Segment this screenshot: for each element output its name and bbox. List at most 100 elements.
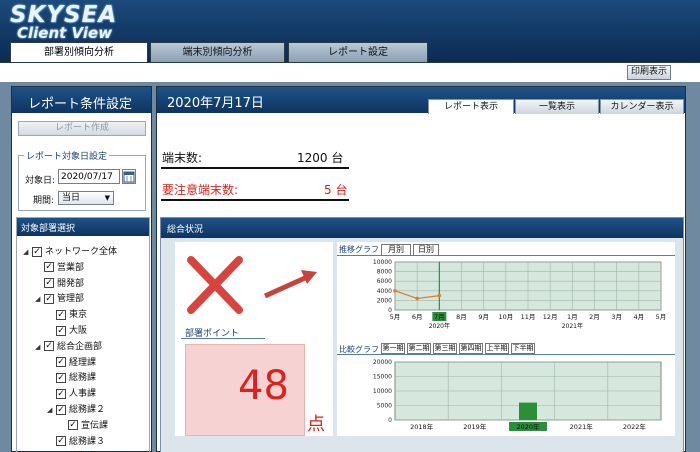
period-tabs: 第一期 第二期 第三期 第四期 上半期 下半期	[381, 343, 581, 355]
main-panel: 2020年7月17日 レポート表示 一覧表示 カレンダー表示 端末数: 1200…	[156, 86, 686, 452]
trend-xtick-label: 3月	[611, 313, 622, 321]
warning-count-value: 5 台	[324, 183, 348, 197]
x-mark-icon	[187, 256, 243, 314]
trend-ytick-label: 10000	[373, 259, 392, 266]
dept-tree-label: 総合企画部	[57, 341, 103, 352]
trend-xtick-label: 7月	[434, 313, 445, 321]
trend-year-label: 2021年	[562, 322, 583, 330]
compare-ytick-label: 0	[388, 417, 392, 424]
trend-xtick-label: 12月	[543, 313, 558, 321]
checkbox[interactable]: ✓	[56, 325, 66, 336]
checkbox[interactable]: ✓	[56, 309, 66, 320]
tab-daily[interactable]: 日別	[413, 244, 439, 256]
period-select[interactable]: 当日 ▼	[58, 191, 114, 205]
expand-icon[interactable]: ◢	[47, 406, 56, 414]
trend-xtick-label: 9月	[478, 313, 489, 321]
trend-ytick-label: 6000	[377, 278, 392, 285]
checkbox[interactable]: ✓	[32, 246, 42, 257]
dept-tree-item[interactable]: ◢ ✓ ネットワーク全体	[23, 244, 117, 257]
compare-xtick-label: 2018年	[410, 422, 434, 431]
dept-tree-label: 大阪	[69, 326, 88, 336]
dept-point-underline	[181, 338, 265, 339]
dept-tree-item[interactable]: ✓総務課	[47, 370, 96, 383]
summary-title: 総合状況	[161, 218, 683, 238]
dept-tree-label: 総務課	[69, 373, 97, 384]
checkbox[interactable]: ✓	[68, 420, 78, 431]
tab-period[interactable]: 第一期	[381, 343, 405, 354]
print-button[interactable]: 印刷表示	[627, 65, 671, 80]
trend-ytick-label: 2000	[377, 297, 392, 304]
trend-chart-title: 推移グラフ	[339, 245, 379, 254]
create-report-button[interactable]: レポート作成	[18, 121, 146, 136]
dept-tree-item[interactable]: ✓ 開発部	[35, 276, 84, 289]
logo-client-view: Client View	[17, 24, 113, 42]
dept-tree-item[interactable]: ✓ 宣伝課	[59, 418, 108, 431]
left-panel-title: レポート条件設定	[12, 87, 151, 113]
dept-tree-item[interactable]: ◢ ✓ 総務課２	[47, 402, 105, 415]
tab-period[interactable]: 第四期	[459, 343, 483, 354]
dept-tree-label: 人事課	[69, 389, 97, 400]
checkbox[interactable]: ✓	[44, 262, 54, 273]
dept-tree-item[interactable]: ✓ 人事課	[47, 386, 96, 399]
trend-point	[415, 296, 419, 301]
calendar-icon[interactable]	[122, 169, 136, 184]
tab-terminal-trend[interactable]: 端末別傾向分析	[150, 42, 285, 62]
dept-tree-item[interactable]: ✓ 大阪	[47, 323, 87, 336]
trend-xtick-label: 5月	[656, 313, 667, 321]
tab-calendar-view[interactable]: カレンダー表示	[600, 99, 684, 114]
dept-tree-label: 宣伝課	[81, 420, 109, 431]
checkbox[interactable]: ✓	[44, 278, 54, 289]
checkbox[interactable]: ✓	[56, 357, 66, 368]
expand-icon[interactable]: ◢	[35, 295, 44, 303]
dept-tree-label: 経理課	[69, 357, 97, 368]
tab-report-settings[interactable]: レポート設定	[288, 42, 428, 62]
tab-list-view[interactable]: 一覧表示	[515, 99, 599, 114]
tab-dept-trend[interactable]: 部署別傾向分析	[10, 42, 148, 62]
tab-monthly[interactable]: 月別	[381, 244, 411, 256]
dept-tree-label: 東京	[69, 310, 88, 321]
dept-tree-item[interactable]: ◢ ✓ 管理部	[35, 291, 84, 304]
dept-tree-item[interactable]: ✓ 総務課３	[47, 434, 105, 447]
checkbox[interactable]: ✓	[56, 372, 66, 383]
terminal-count-value: 1200 台	[297, 151, 344, 165]
checkbox[interactable]: ✓	[44, 341, 54, 352]
trend-point	[393, 289, 397, 293]
tab-period[interactable]: 上半期	[485, 343, 509, 354]
dept-tree-item[interactable]: ✓ 東京	[47, 307, 87, 320]
dept-tree-label: 営業部	[57, 262, 85, 273]
checkbox[interactable]: ✓	[56, 388, 66, 399]
dept-tree-label: 総務課３	[69, 436, 106, 447]
trend-xtick-label: 5月	[390, 313, 401, 321]
checkbox[interactable]: ✓	[56, 404, 66, 415]
summary-section: 総合状況 部署ポイント 48 点 推移グラフ 月別 日別 0 2000 4000…	[160, 217, 684, 452]
tab-period[interactable]: 下半期	[511, 343, 535, 354]
compare-bar	[519, 402, 537, 420]
dept-section-title: 対象部署選択	[17, 218, 149, 236]
dept-tree-item[interactable]: ✓ 営業部	[35, 260, 84, 273]
terminal-count-label: 端末数:	[162, 151, 203, 165]
date-input[interactable]	[58, 169, 120, 184]
expand-icon[interactable]: ◢	[23, 248, 32, 256]
score-block: 部署ポイント 48 点	[175, 242, 333, 436]
tab-period[interactable]: 第三期	[433, 343, 457, 354]
trend-xtick-label: 11月	[521, 313, 536, 321]
warning-count-underline	[161, 199, 349, 201]
compare-xtick-label: 2021年	[570, 422, 594, 431]
tab-period[interactable]: 第二期	[407, 343, 431, 354]
trend-xtick-label: 1月	[567, 313, 578, 321]
trend-xtick-label: 4月	[634, 313, 645, 321]
compare-ytick-label: 10000	[373, 388, 392, 395]
checkbox[interactable]: ✓	[56, 436, 66, 447]
tab-report-view[interactable]: レポート表示	[428, 99, 514, 114]
checkbox[interactable]: ✓	[44, 293, 54, 304]
dept-tree-item[interactable]: ◢ ✓ 総合企画部	[35, 339, 102, 352]
compare-ytick-label: 20000	[373, 359, 392, 366]
trend-arrow-icon	[263, 270, 317, 299]
expand-icon[interactable]: ◢	[35, 343, 44, 351]
dept-tree-item[interactable]: ✓ 経理課	[47, 355, 96, 368]
compare-xtick-label: 2020年	[516, 422, 540, 431]
dept-tree-label: 開発部	[57, 278, 85, 289]
compare-xtick-label: 2022年	[623, 422, 647, 431]
trend-ytick-label: 4000	[377, 288, 392, 295]
trend-xtick-label: 10月	[498, 313, 513, 321]
